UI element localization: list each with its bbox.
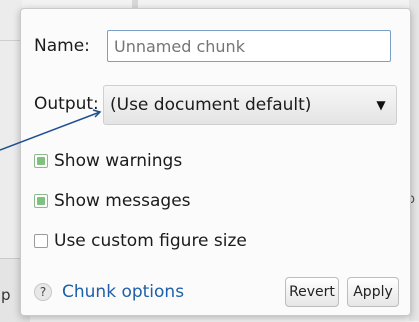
annotation-pointer-line — [0, 109, 102, 151]
